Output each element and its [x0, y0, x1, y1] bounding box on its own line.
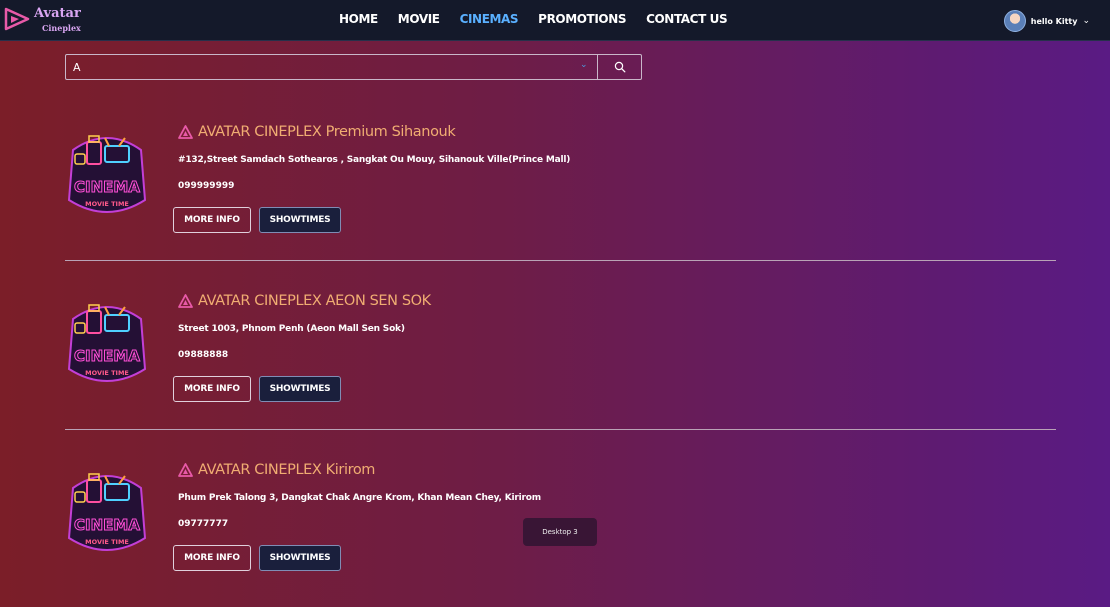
- main-nav: HOME MOVIE CINEMAS PROMOTIONS CONTACT US: [339, 12, 728, 26]
- nav-promotions[interactable]: PROMOTIONS: [538, 12, 626, 26]
- cinema-neon-image: CINEMA MOVIE TIME: [67, 135, 147, 213]
- nav-cinemas[interactable]: CINEMAS: [460, 12, 519, 26]
- thumb-subtitle: MOVIE TIME: [85, 200, 129, 208]
- nav-home[interactable]: HOME: [339, 12, 378, 26]
- chevron-down-icon[interactable]: ⌄: [580, 60, 588, 70]
- cinema-phone: 09888888: [178, 350, 229, 360]
- cinema-brand-icon: [178, 463, 193, 477]
- cinema-search-input[interactable]: [65, 54, 598, 80]
- cinema-actions: MORE INFO SHOWTIMES: [173, 207, 341, 233]
- cinema-name-text: AVATAR CINEPLEX Premium Sihanouk: [198, 124, 456, 140]
- user-greeting: hello Kitty: [1030, 16, 1078, 26]
- thumb-title: CINEMA: [74, 516, 140, 534]
- user-avatar: [1003, 10, 1026, 32]
- thumb-title: CINEMA: [74, 347, 140, 365]
- cinema-name-text: AVATAR CINEPLEX Kirirom: [198, 462, 376, 478]
- cinema-actions: MORE INFO SHOWTIMES: [173, 376, 341, 402]
- cinema-name[interactable]: AVATAR CINEPLEX Kirirom: [178, 462, 375, 478]
- search-button[interactable]: [598, 54, 642, 80]
- cinema-brand-icon: [178, 125, 193, 139]
- user-menu[interactable]: hello Kitty ⌄: [1003, 10, 1090, 32]
- cinema-card: CINEMA MOVIE TIME AVATAR CINEPLEX Premiu…: [0, 100, 1110, 269]
- desktop-tooltip: Desktop 3: [523, 518, 597, 546]
- showtimes-button[interactable]: SHOWTIMES: [259, 376, 341, 402]
- more-info-button[interactable]: MORE INFO: [173, 207, 251, 233]
- divider: [65, 260, 1056, 261]
- divider: [65, 429, 1056, 430]
- showtimes-button[interactable]: SHOWTIMES: [259, 207, 341, 233]
- search-icon: [614, 61, 625, 73]
- cinema-search: ⌄: [65, 54, 642, 80]
- cinema-name-text: AVATAR CINEPLEX AEON SEN SOK: [198, 293, 431, 309]
- nav-movie[interactable]: MOVIE: [398, 12, 440, 26]
- thumb-title: CINEMA: [74, 178, 140, 196]
- cinema-name[interactable]: AVATAR CINEPLEX Premium Sihanouk: [178, 124, 456, 140]
- thumb-subtitle: MOVIE TIME: [85, 369, 129, 377]
- cinema-neon-image: CINEMA MOVIE TIME: [67, 304, 147, 382]
- cinema-address: Phum Prek Talong 3, Dangkat Chak Angre K…: [178, 493, 541, 503]
- thumb-subtitle: MOVIE TIME: [85, 538, 129, 546]
- cinema-name[interactable]: AVATAR CINEPLEX AEON SEN SOK: [178, 293, 431, 309]
- cinema-brand-icon: [178, 294, 193, 308]
- brand-subtitle: Cineplex: [42, 23, 81, 33]
- nav-contact-us[interactable]: CONTACT US: [646, 12, 728, 26]
- chevron-down-icon: ⌄: [1082, 16, 1090, 26]
- top-navbar: Avatar Cineplex HOME MOVIE CINEMAS PROMO…: [0, 0, 1110, 41]
- cinema-phone: 09777777: [178, 519, 229, 529]
- brand-logo[interactable]: Avatar Cineplex: [4, 5, 94, 37]
- more-info-button[interactable]: MORE INFO: [173, 376, 251, 402]
- play-triangle-logo-icon: [4, 7, 30, 31]
- cinema-phone: 099999999: [178, 181, 235, 191]
- cinema-neon-image: CINEMA MOVIE TIME: [67, 473, 147, 551]
- cinema-card: CINEMA MOVIE TIME AVATAR CINEPLEX AEON S…: [0, 269, 1110, 438]
- cinema-address: #132,Street Samdach Sothearos , Sangkat …: [178, 155, 571, 165]
- cinema-address: Street 1003, Phnom Penh (Aeon Mall Sen S…: [178, 324, 405, 334]
- brand-title: Avatar: [34, 6, 81, 21]
